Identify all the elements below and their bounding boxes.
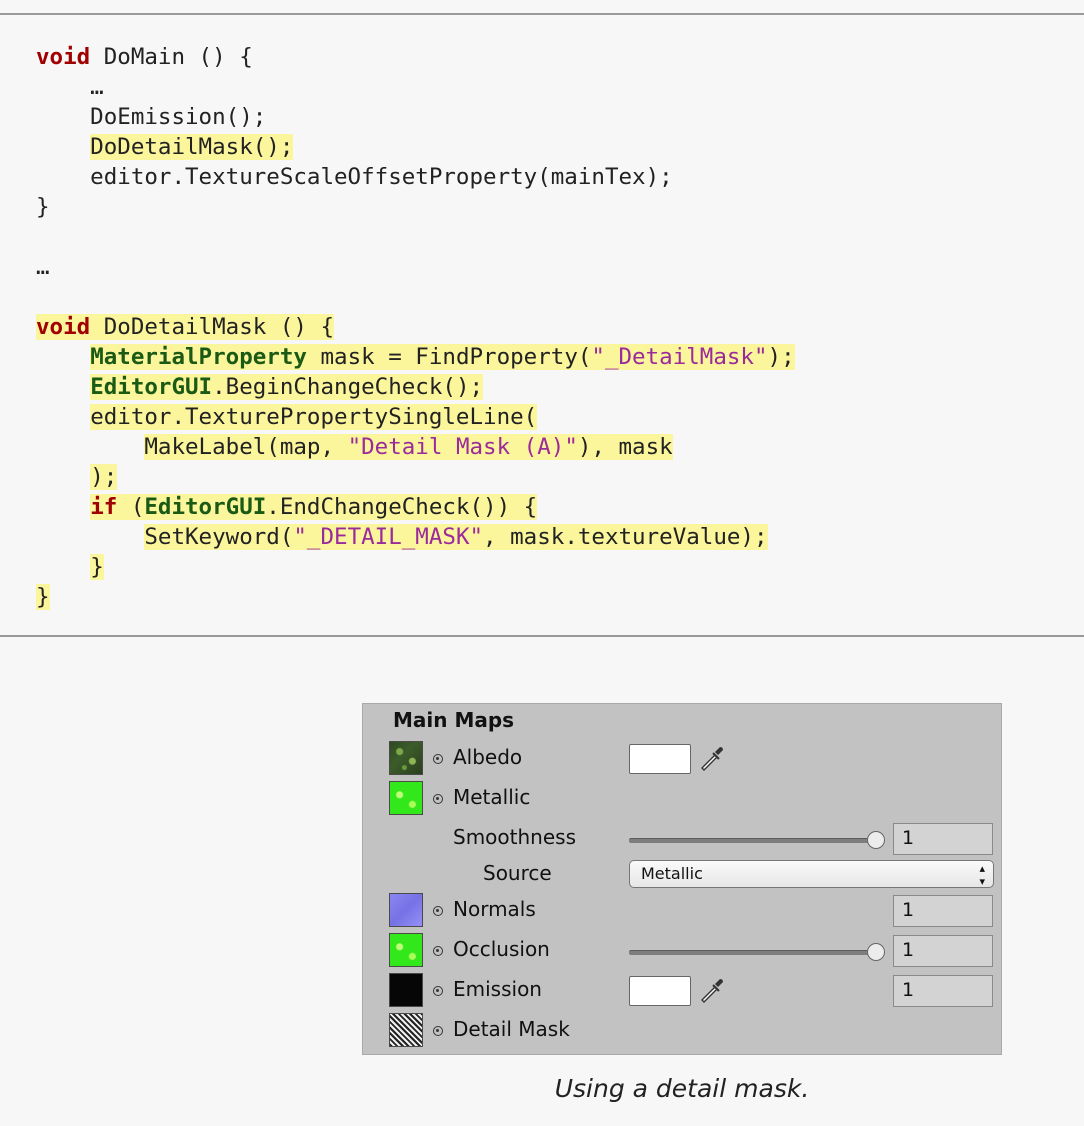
code-line-3: DoEmission(); (36, 104, 267, 130)
code-line-6: } (36, 194, 50, 220)
emission-value-field[interactable]: 1 (893, 975, 993, 1007)
code-line-1: void DoMain () { (36, 44, 253, 70)
code-line-10: void DoDetailMask () { (36, 314, 335, 340)
source-label: Source (483, 861, 552, 885)
source-dropdown[interactable]: Metallic ▴ ▾ (629, 860, 994, 888)
detail-mask-label: Detail Mask (453, 1017, 570, 1041)
smoothness-label: Smoothness (453, 825, 576, 849)
code-line-16: if (EditorGUI.EndChangeCheck()) { (90, 494, 538, 520)
detail-mask-texture-slot[interactable] (389, 1013, 423, 1047)
occlusion-label: Occlusion (453, 937, 550, 961)
figure-caption: Using a detail mask. (554, 1074, 810, 1103)
emission-color-swatch[interactable] (629, 976, 691, 1006)
normals-picker-dot-icon[interactable] (433, 906, 443, 916)
code-line-19: } (36, 584, 50, 610)
normals-texture-slot[interactable] (389, 893, 423, 927)
emission-label: Emission (453, 977, 542, 1001)
metallic-label: Metallic (453, 785, 531, 809)
code-line-12: EditorGUI.BeginChangeCheck(); (90, 374, 484, 400)
normals-label: Normals (453, 897, 536, 921)
source-dropdown-value: Metallic (641, 864, 703, 883)
normals-value-field[interactable]: 1 (893, 895, 993, 927)
smoothness-slider-knob[interactable] (867, 831, 885, 849)
bottom-divider (0, 635, 1084, 637)
albedo-picker-dot-icon[interactable] (433, 754, 443, 764)
occlusion-texture-slot[interactable] (389, 933, 423, 967)
code-block: void DoMain () { … DoEmission(); DoDetai… (36, 42, 795, 612)
emission-picker-dot-icon[interactable] (433, 986, 443, 996)
smoothness-value-field[interactable]: 1 (893, 823, 993, 855)
metallic-picker-dot-icon[interactable] (433, 794, 443, 804)
albedo-texture-slot[interactable] (389, 741, 423, 775)
emission-texture-slot[interactable] (389, 973, 423, 1007)
smoothness-slider[interactable] (629, 838, 879, 843)
eyedropper-icon[interactable] (698, 976, 726, 1006)
code-line-8: … (36, 254, 50, 280)
occlusion-slider-knob[interactable] (867, 943, 885, 961)
code-line-11: MaterialProperty mask = FindProperty("_D… (90, 344, 795, 370)
code-line-14: MakeLabel(map, "Detail Mask (A)"), mask (144, 434, 673, 460)
occlusion-slider[interactable] (629, 950, 879, 955)
detail-mask-picker-dot-icon[interactable] (433, 1026, 443, 1036)
code-line-18: } (90, 554, 104, 580)
code-line-15: ); (90, 464, 118, 490)
dropdown-arrows-icon: ▴ ▾ (979, 862, 985, 888)
eyedropper-icon[interactable] (698, 744, 726, 774)
albedo-label: Albedo (453, 745, 523, 769)
code-line-2: … (36, 74, 104, 100)
code-line-4: DoDetailMask(); (90, 134, 294, 160)
occlusion-value-field[interactable]: 1 (893, 935, 993, 967)
panel-title: Main Maps (393, 708, 515, 732)
inspector-panel: Main Maps Albedo Metallic Smoothness 1 S… (362, 703, 1002, 1055)
occlusion-picker-dot-icon[interactable] (433, 946, 443, 956)
metallic-texture-slot[interactable] (389, 781, 423, 815)
code-line-17: SetKeyword("_DETAIL_MASK", mask.textureV… (144, 524, 768, 550)
code-line-13: editor.TexturePropertySingleLine( (90, 404, 538, 430)
albedo-color-swatch[interactable] (629, 744, 691, 774)
code-line-5: editor.TextureScaleOffsetProperty(mainTe… (36, 164, 673, 190)
top-divider (0, 13, 1084, 15)
